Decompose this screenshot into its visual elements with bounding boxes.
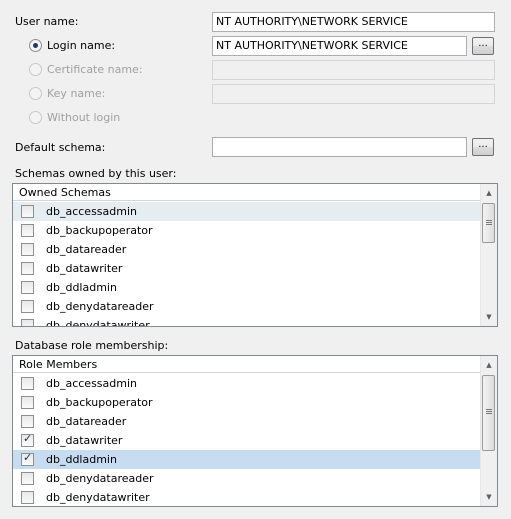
role-members-header[interactable]: Role Members	[13, 356, 480, 373]
list-item[interactable]: db_denydatareader	[13, 469, 480, 488]
list-item-label: db_datareader	[46, 243, 127, 256]
scroll-up-arrow-icon[interactable]: ▲	[481, 357, 497, 373]
key-name-label: Key name:	[47, 87, 106, 100]
list-item[interactable]: db_backupoperator	[13, 221, 480, 240]
checkbox-icon[interactable]	[21, 262, 34, 275]
login-name-field[interactable]: NT AUTHORITY\NETWORK SERVICE	[212, 36, 467, 56]
checkbox-icon[interactable]	[21, 243, 34, 256]
default-schema-label: Default schema:	[15, 141, 106, 154]
list-item[interactable]: db_datawriter	[13, 259, 480, 278]
list-item-label: db_ddladmin	[46, 453, 117, 466]
scroll-down-arrow-icon[interactable]: ▼	[481, 309, 497, 325]
owned-schemas-header[interactable]: Owned Schemas	[13, 184, 480, 201]
list-item[interactable]: db_ddladmin	[13, 278, 480, 297]
list-item-label: db_backupoperator	[46, 224, 153, 237]
list-item-label: db_datareader	[46, 415, 127, 428]
checkbox-icon[interactable]	[21, 281, 34, 294]
owned-schemas-list[interactable]: Owned Schemas db_accessadmin db_backupope…	[12, 183, 498, 327]
list-item-label: db_accessadmin	[46, 205, 137, 218]
role-members-scrollbar[interactable]: ▲ ▼	[480, 356, 497, 506]
scroll-up-arrow-icon[interactable]: ▲	[481, 185, 497, 201]
key-name-radio[interactable]	[29, 87, 42, 100]
checkbox-icon[interactable]	[21, 300, 34, 313]
scrollbar-thumb[interactable]	[482, 203, 495, 243]
checkbox-icon[interactable]	[21, 451, 34, 466]
login-name-radio[interactable]	[29, 39, 42, 52]
user-name-field[interactable]: NT AUTHORITY\NETWORK SERVICE	[212, 12, 495, 32]
list-item-label: db_accessadmin	[46, 377, 137, 390]
list-item[interactable]: db_backupoperator	[13, 393, 480, 412]
list-item-label: db_ddladmin	[46, 281, 117, 294]
login-name-label: Login name:	[47, 39, 116, 52]
login-browse-button[interactable]: ...	[472, 37, 494, 55]
list-item-label: db_denydatareader	[46, 472, 154, 485]
checkbox-icon[interactable]	[21, 472, 34, 485]
list-item-label: db_backupoperator	[46, 396, 153, 409]
certificate-name-radio[interactable]	[29, 63, 42, 76]
checkbox-icon[interactable]	[21, 396, 34, 409]
list-item-label: db_denydatareader	[46, 300, 154, 313]
scrollbar-thumb[interactable]	[482, 375, 495, 451]
list-item[interactable]: db_ddladmin	[13, 450, 480, 469]
key-name-field[interactable]	[212, 84, 495, 104]
list-item[interactable]: db_datareader	[13, 240, 480, 259]
checkbox-icon[interactable]	[21, 377, 34, 390]
checkbox-icon[interactable]	[21, 224, 34, 237]
list-item[interactable]: db_datawriter	[13, 431, 480, 450]
list-item[interactable]: db_accessadmin	[13, 202, 480, 221]
owned-schemas-scrollbar[interactable]: ▲ ▼	[480, 184, 497, 326]
checkbox-icon[interactable]	[21, 415, 34, 428]
list-item-label: db_datawriter	[46, 434, 123, 447]
list-item[interactable]: db_accessadmin	[13, 374, 480, 393]
list-item[interactable]: db_denydatawriter	[13, 488, 480, 506]
list-item-label: db_denydatawriter	[46, 491, 150, 504]
certificate-name-field[interactable]	[212, 60, 495, 80]
checkbox-icon[interactable]	[21, 319, 34, 326]
default-schema-field[interactable]	[212, 137, 467, 157]
schemas-owned-label: Schemas owned by this user:	[15, 167, 177, 180]
checkbox-icon[interactable]	[21, 205, 34, 218]
user-name-label: User name:	[15, 15, 79, 28]
checkbox-icon[interactable]	[21, 432, 34, 447]
without-login-radio[interactable]	[29, 111, 42, 124]
without-login-label: Without login	[47, 111, 121, 124]
role-members-list[interactable]: Role Members db_accessadmin db_backupoper…	[12, 355, 498, 507]
list-item[interactable]: db_denydatawriter	[13, 316, 480, 327]
list-item[interactable]: db_denydatareader	[13, 297, 480, 316]
list-item-label: db_datawriter	[46, 262, 123, 275]
checkbox-icon[interactable]	[21, 491, 34, 504]
list-item[interactable]: db_datareader	[13, 412, 480, 431]
list-item-label: db_denydatawriter	[46, 319, 150, 327]
scroll-down-arrow-icon[interactable]: ▼	[481, 489, 497, 505]
default-schema-browse-button[interactable]: ...	[472, 138, 494, 156]
certificate-name-label: Certificate name:	[47, 63, 143, 76]
role-membership-label: Database role membership:	[15, 339, 169, 352]
